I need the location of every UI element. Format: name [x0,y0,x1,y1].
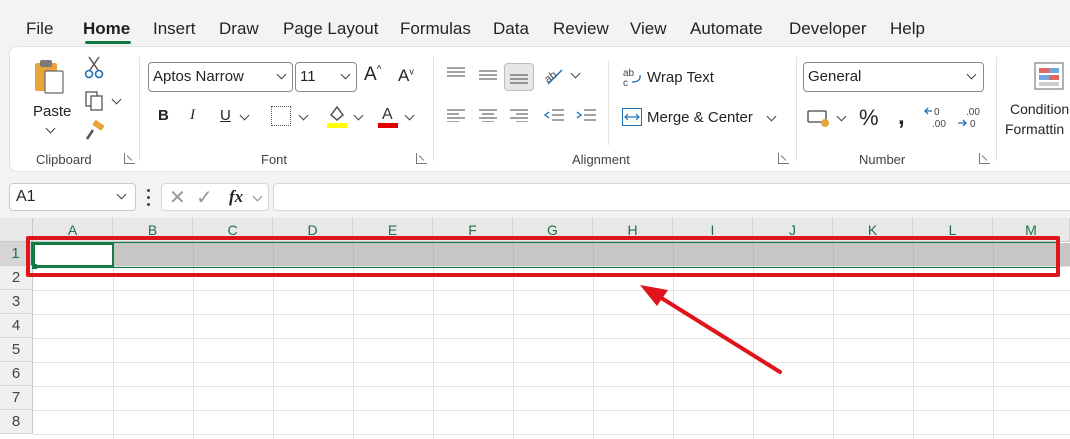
annotation-arrow-icon [640,285,782,374]
